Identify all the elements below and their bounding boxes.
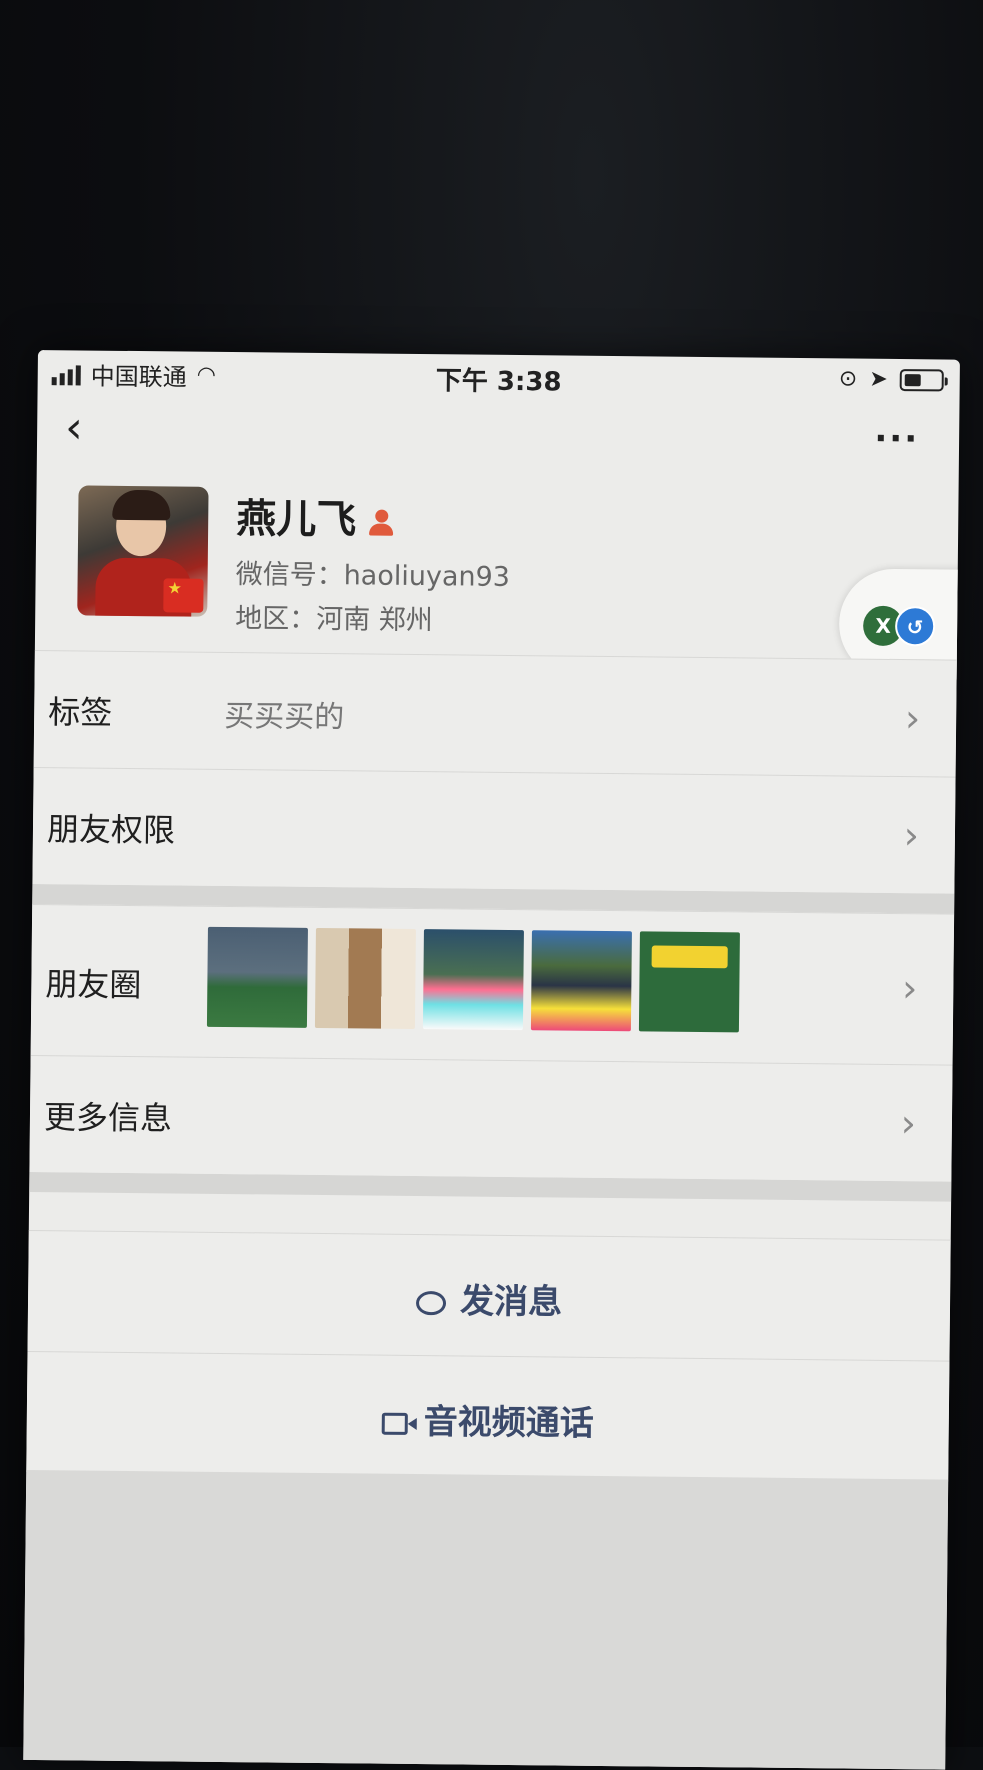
avatar-hair [112,489,171,521]
status-bar: 中国联通 ◠ 下午 3:38 ⊙ ➤ [38,350,960,404]
battery-icon [899,368,944,391]
location-arrow-icon: ➤ [869,366,888,392]
tag-value: 买买买的 [223,698,345,736]
video-call-button[interactable]: 音视频通话 [26,1350,950,1482]
region-text: 地区：河南 郑州 [235,603,433,637]
moments-label: 朋友圈 [45,965,142,1005]
video-camera-icon [381,1412,408,1435]
navigation-bar: ‹ ··· [37,400,960,470]
rotation-lock-icon: ⊙ [838,366,858,392]
profile-settings-list: 标签 买买买的 › 朋友权限 › 朋友圈 › 更多信息 › [29,649,957,1202]
chevron-right-icon: › [900,1101,917,1146]
video-call-content: 音视频通话 [27,1390,949,1449]
chevron-right-icon: › [903,813,920,858]
tag-label: 标签 [48,693,113,732]
video-call-label: 音视频通话 [423,1402,594,1444]
contact-actions: 发消息 音视频通话 [26,1229,951,1482]
friend-permissions-label: 朋友权限 [46,810,176,850]
chevron-right-icon: › [904,696,921,741]
status-right: ⊙ ➤ [839,366,944,392]
wechat-id: 微信号：haoliuyan93 [235,559,511,593]
moments-thumbnail [314,927,416,1029]
send-message-content: 发消息 [28,1269,950,1328]
refresh-badge-icon: ↺ [894,605,936,647]
send-message-label: 发消息 [459,1281,563,1323]
moments-thumbnail [422,929,524,1031]
moments-thumbnail [206,926,308,1028]
more-info-label: 更多信息 [43,1098,173,1138]
moments-thumbnail [530,930,632,1032]
chat-bubble-icon [415,1290,447,1315]
friend-permissions-row[interactable]: 朋友权限 › [32,766,956,894]
tag-row[interactable]: 标签 买买买的 › [33,649,957,777]
chevron-right-icon: › [901,966,918,1011]
more-options-button[interactable]: ··· [874,419,919,459]
person-icon [368,507,394,537]
profile-name-text: 燕儿飞 [235,496,357,544]
avatar[interactable]: ★ [77,485,209,617]
send-message-button[interactable]: 发消息 [27,1229,951,1361]
moments-row[interactable]: 朋友圈 › [30,903,955,1065]
status-time: 下午 3:38 [435,366,562,398]
profile-name: 燕儿飞 [236,486,395,546]
moments-thumbnails [206,926,740,1033]
back-chevron-icon[interactable]: ‹ [65,402,83,453]
bottom-empty-area [23,1469,949,1770]
more-info-row[interactable]: 更多信息 › [29,1054,953,1182]
china-flag-icon: ★ [163,578,204,613]
phone-screen: 中国联通 ◠ 下午 3:38 ⊙ ➤ ‹ ··· ★ 燕儿飞 微信号：haoli… [23,350,960,1770]
moments-thumbnail [638,931,740,1033]
profile-header: ★ 燕儿飞 微信号：haoliuyan93 地区：河南 郑州 X ↺ [35,470,960,680]
